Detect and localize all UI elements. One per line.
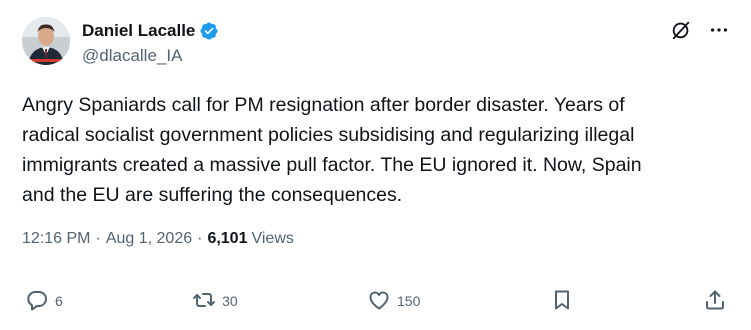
bookmark-button[interactable] [550, 288, 574, 315]
action-bar: 6 30 150 [25, 287, 727, 315]
views-label: Views [251, 230, 294, 247]
reply-icon [25, 288, 49, 315]
retweet-icon [192, 288, 216, 315]
views-count[interactable]: 6,101 [207, 228, 247, 250]
reply-count: 6 [55, 293, 63, 309]
bookmark-icon [550, 288, 574, 315]
author-handle[interactable]: @dlacalle_IA [82, 45, 182, 67]
retweet-button[interactable]: 30 [192, 288, 238, 315]
author-name-row: Daniel Lacalle [82, 20, 219, 42]
retweet-count: 30 [222, 293, 238, 309]
like-count: 150 [397, 293, 421, 309]
share-icon [703, 288, 727, 315]
avatar[interactable] [22, 17, 70, 65]
like-icon [367, 288, 391, 315]
tweet-text: Angry Spaniards call for PM resignation … [22, 94, 642, 206]
tweet-card: Daniel Lacalle @dlacalle_IA Angry Spania… [0, 0, 751, 330]
tweet-meta: 12:16 PM · Aug 1, 2026 · 6,101 Views [22, 228, 294, 250]
verified-badge-icon [199, 21, 219, 41]
reply-button[interactable]: 6 [25, 288, 63, 315]
meta-separator: · [95, 230, 101, 247]
grok-icon[interactable] [669, 18, 693, 42]
top-actions [669, 18, 731, 42]
display-name[interactable]: Daniel Lacalle [82, 20, 195, 42]
share-button[interactable] [703, 288, 727, 315]
profile-photo-icon [22, 17, 70, 65]
tweet-date[interactable]: Aug 1, 2026 [106, 228, 192, 250]
meta-separator: · [197, 230, 203, 247]
more-icon[interactable] [707, 18, 731, 42]
tweet-time[interactable]: 12:16 PM [22, 228, 90, 250]
like-button[interactable]: 150 [367, 288, 420, 315]
